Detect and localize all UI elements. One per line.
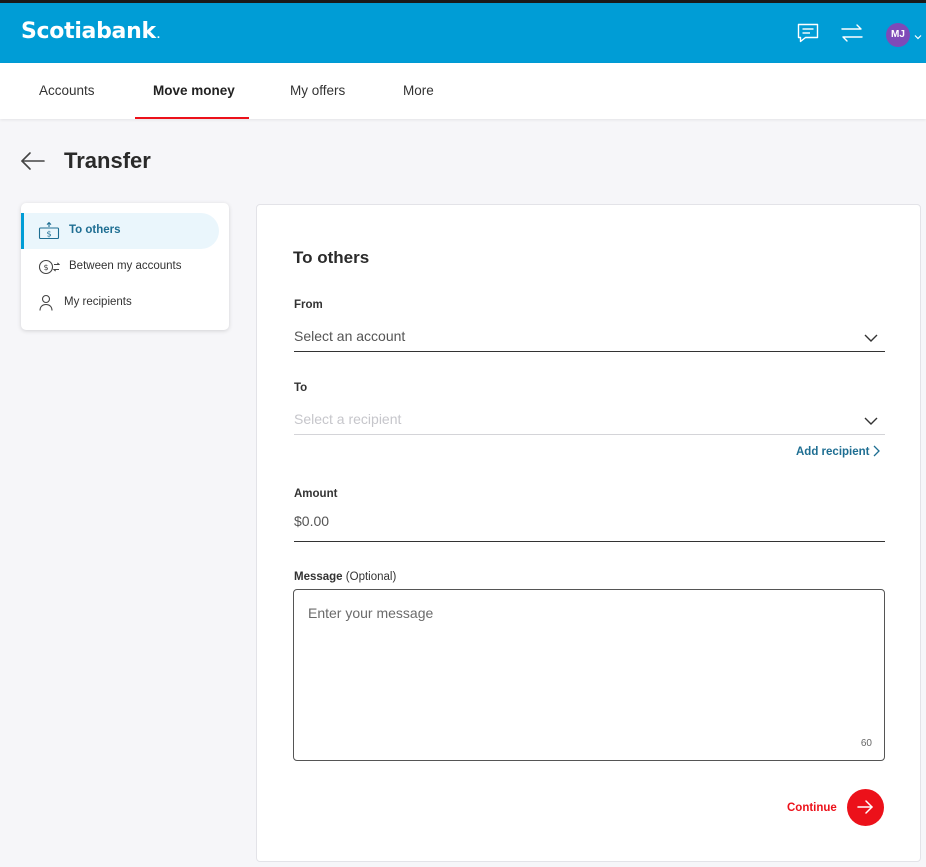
from-account-placeholder: Select an account xyxy=(294,328,406,344)
scotiabank-logo[interactable]: Scotiabank. xyxy=(21,19,160,44)
from-label: From xyxy=(294,299,323,311)
amount-input[interactable]: $0.00 xyxy=(294,509,885,542)
message-placeholder: Enter your message xyxy=(308,605,434,621)
brand-mark: . xyxy=(156,31,160,41)
person-icon xyxy=(38,294,60,312)
transfer-icon[interactable] xyxy=(840,21,864,45)
chat-icon[interactable] xyxy=(796,21,820,45)
svg-text:$: $ xyxy=(46,229,51,238)
side-menu: $ To others $ Between my accounts My rec… xyxy=(21,203,229,330)
message-label-text: Message xyxy=(294,571,343,583)
top-bar: Scotiabank. MJ xyxy=(0,0,926,63)
svg-text:$: $ xyxy=(43,263,48,272)
side-item-my-recipients[interactable]: My recipients xyxy=(21,285,229,321)
transfer-form: To others From Select an account To Sele… xyxy=(256,204,921,862)
chevron-down-icon xyxy=(863,330,879,342)
to-recipient-placeholder: Select a recipient xyxy=(294,411,402,427)
add-recipient-link[interactable]: Add recipient xyxy=(796,445,881,458)
brand-name: Scotiabank xyxy=(21,19,156,44)
from-account-select[interactable]: Select an account xyxy=(294,322,885,352)
continue-label[interactable]: Continue xyxy=(787,802,837,814)
message-optional-text: (Optional) xyxy=(345,571,397,583)
side-item-label: To others xyxy=(69,224,121,236)
avatar[interactable]: MJ xyxy=(886,23,910,47)
message-textarea[interactable]: Enter your message 60 xyxy=(293,589,885,761)
amount-label: Amount xyxy=(294,488,338,500)
side-item-between-my-accounts[interactable]: $ Between my accounts xyxy=(21,249,229,285)
main-nav: Accounts Move money My offers More xyxy=(0,63,926,119)
message-char-count: 60 xyxy=(860,738,872,749)
page-title: Transfer xyxy=(64,148,151,173)
continue-button[interactable] xyxy=(847,789,884,826)
chevron-down-icon[interactable] xyxy=(913,29,923,40)
chevron-right-icon xyxy=(874,445,881,457)
arrow-right-icon xyxy=(857,800,873,814)
to-recipient-select[interactable]: Select a recipient xyxy=(294,405,885,435)
nav-item-accounts[interactable]: Accounts xyxy=(39,63,95,119)
add-recipient-label: Add recipient xyxy=(796,446,870,458)
nav-item-move-money[interactable]: Move money xyxy=(153,63,235,119)
side-item-label: Between my accounts xyxy=(69,260,182,272)
money-send-icon: $ xyxy=(38,221,60,240)
chevron-down-icon xyxy=(863,413,879,425)
side-item-to-others[interactable]: $ To others xyxy=(21,213,229,249)
nav-item-my-offers[interactable]: My offers xyxy=(290,63,345,119)
to-label: To xyxy=(294,382,308,394)
active-nav-underline xyxy=(135,117,249,119)
dollar-exchange-icon: $ xyxy=(38,258,61,276)
nav-item-more[interactable]: More xyxy=(403,63,434,119)
form-title: To others xyxy=(293,248,370,267)
back-arrow-icon[interactable] xyxy=(20,148,46,174)
message-label: Message (Optional) xyxy=(294,571,396,583)
side-item-label: My recipients xyxy=(64,296,132,308)
